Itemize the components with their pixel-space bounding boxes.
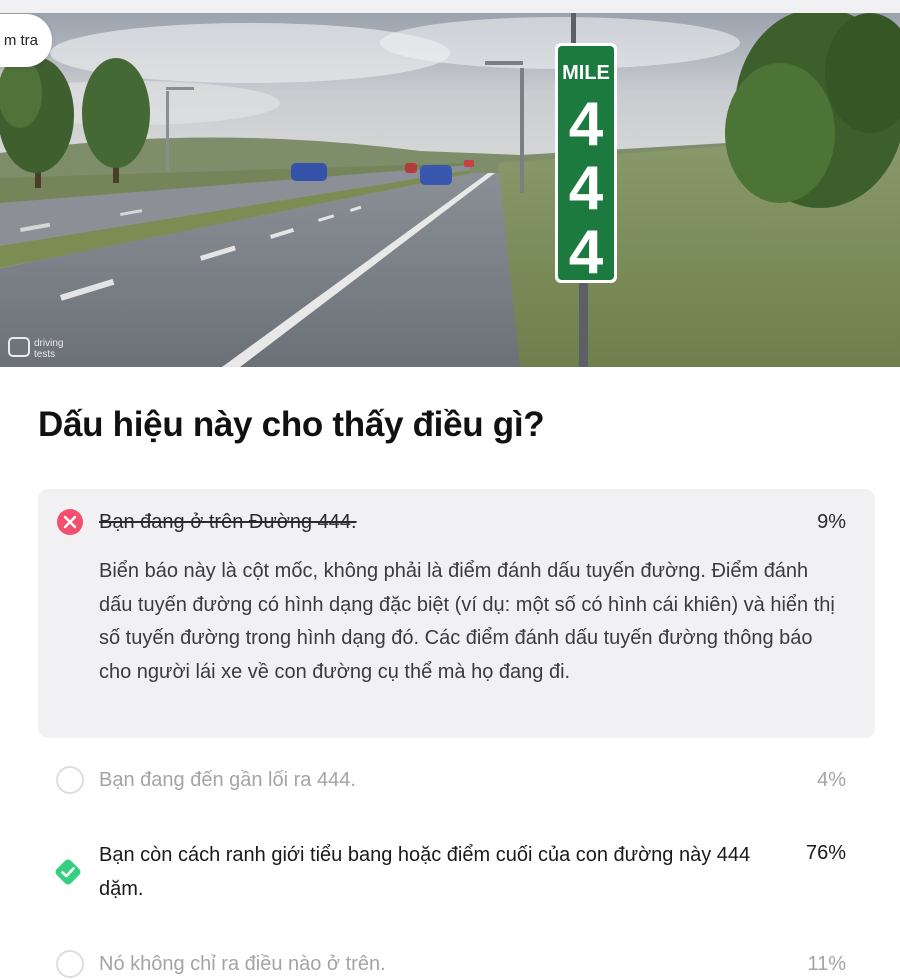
answer-text: Bạn còn cách ranh giới tiểu bang hoặc đi…: [99, 844, 751, 900]
answer-text: Bạn đang đến gần lối ra 444.: [99, 769, 356, 791]
sign-mile-label: MILE: [562, 62, 610, 84]
answer-percent: 9%: [817, 511, 846, 533]
correct-answer-icon: [55, 859, 81, 885]
answer-option-2[interactable]: Bạn đang đến gần lối ra 444. 4%: [38, 760, 875, 804]
radio-button[interactable]: [56, 766, 84, 794]
radio-button[interactable]: [56, 950, 84, 978]
answer-option-4[interactable]: Nó không chỉ ra điều nào ở trên. 11%: [38, 944, 875, 980]
answer-text: Bạn đang ở trên Đường 444.: [99, 511, 357, 533]
check-button[interactable]: m tra: [0, 14, 52, 67]
question-image: MILE 4 4 4 driving tests: [0, 13, 900, 367]
check-button-label: m tra: [3, 32, 38, 49]
answer-text: Nó không chỉ ra điều nào ở trên.: [99, 953, 386, 975]
wrong-answer-icon: [57, 509, 83, 535]
svg-text:driving: driving: [34, 338, 63, 349]
answer-option-3[interactable]: Bạn còn cách ranh giới tiểu bang hoặc đi…: [38, 836, 875, 908]
question-title: Dấu hiệu này cho thấy điều gì?: [38, 405, 545, 444]
answer-explanation: Biển báo này là cột mốc, không phải là đ…: [99, 560, 835, 683]
answer-percent: 11%: [807, 953, 846, 975]
sign-digit: 4: [569, 218, 604, 287]
sign-digit: 4: [569, 154, 604, 223]
answer-option-1[interactable]: Bạn đang ở trên Đường 444. 9% Biển báo n…: [38, 489, 875, 738]
answer-percent: 76%: [805, 842, 846, 864]
answer-percent: 4%: [817, 769, 846, 791]
svg-text:tests: tests: [34, 349, 55, 360]
sign-digit: 4: [569, 90, 604, 159]
top-strip: [0, 0, 900, 13]
